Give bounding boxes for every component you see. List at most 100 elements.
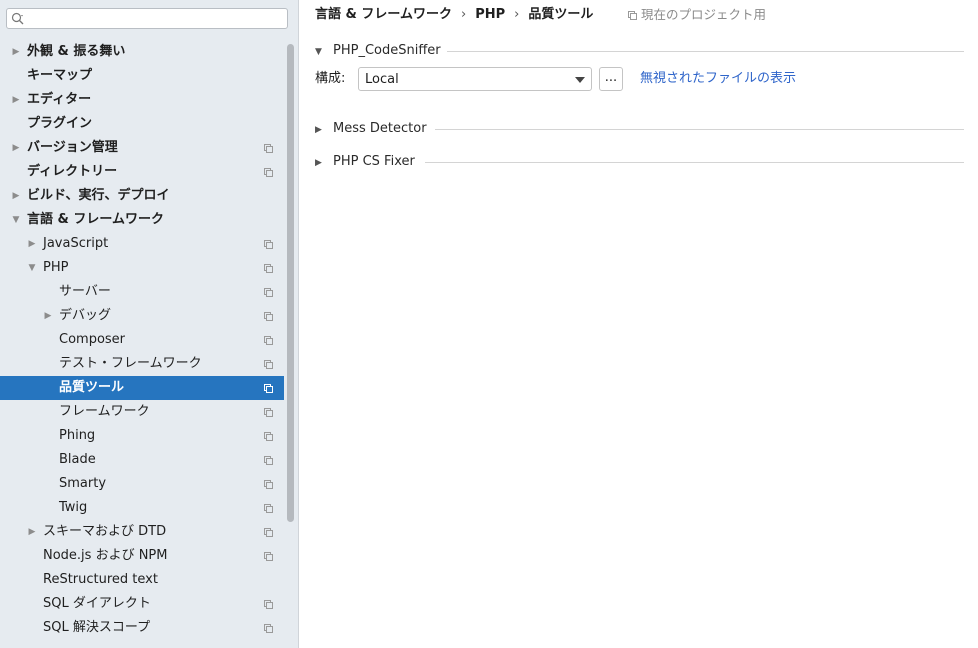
sidebar-item[interactable]: ▶ JavaScript — [0, 232, 284, 256]
sidebar-item-label: SQL 解決スコープ — [43, 620, 151, 635]
sidebar-item-label: ディレクトリー — [27, 164, 118, 179]
sidebar-item-label: ReStructured text — [43, 572, 158, 587]
section-divider — [425, 162, 964, 163]
settings-content: 言語 & フレームワーク › PHP › 品質ツール 現在のプロジェクト用 ▼ PHP_C… — [299, 0, 978, 648]
project-scope-icon — [628, 11, 637, 20]
sidebar-item[interactable]: SQL 解決スコープ — [0, 616, 284, 640]
more-button[interactable]: ... — [599, 67, 623, 91]
config-select[interactable]: Local — [358, 67, 592, 91]
sidebar-item[interactable]: ディレクトリー — [0, 160, 284, 184]
sidebar-item-label: Composer — [59, 332, 126, 347]
sidebar-item[interactable]: ReStructured text — [0, 568, 284, 592]
expand-arrow-icon[interactable]: ▶ — [11, 136, 21, 160]
sidebar-item[interactable]: SQL ダイアレクト — [0, 592, 284, 616]
collapse-arrow-icon[interactable]: ▼ — [11, 208, 21, 232]
project-scope-icon — [264, 480, 273, 489]
collapse-arrow-icon[interactable]: ▼ — [27, 256, 37, 280]
sidebar-item[interactable]: サーバー — [0, 280, 284, 304]
section-mess-detector[interactable]: ▶ Mess Detector — [315, 120, 964, 138]
search-icon — [11, 12, 24, 25]
sidebar-item-label: Blade — [59, 452, 96, 467]
sidebar-item-label: バージョン管理 — [27, 140, 118, 155]
project-scope-icon — [264, 504, 273, 513]
sidebar-item-label: 外観 & 振る舞い — [27, 44, 126, 59]
expand-arrow-icon[interactable]: ▶ — [43, 304, 53, 328]
breadcrumb-item: 言語 & フレームワーク — [315, 7, 452, 22]
project-scope-icon — [264, 600, 273, 609]
sidebar-item[interactable]: ▶ ビルド、実行、デプロイ — [0, 184, 284, 208]
breadcrumb: 言語 & フレームワーク › PHP › 品質ツール — [315, 6, 593, 24]
section-divider — [447, 51, 964, 52]
breadcrumb-item: PHP — [475, 7, 506, 22]
project-scope-icon — [264, 240, 273, 249]
expand-arrow-icon[interactable]: ▶ — [27, 520, 37, 544]
sidebar-item[interactable]: テスト・フレームワーク — [0, 352, 284, 376]
breadcrumb-separator: › — [514, 7, 520, 22]
search-input[interactable] — [33, 10, 287, 29]
sidebar-item[interactable]: ▶ デバッグ — [0, 304, 284, 328]
project-scope-icon — [264, 312, 273, 321]
sidebar-item[interactable]: プラグイン — [0, 112, 284, 136]
expand-arrow-icon[interactable]: ▶ — [11, 40, 21, 64]
sidebar-item-label: フレームワーク — [59, 404, 150, 419]
expand-icon[interactable]: ▶ — [315, 154, 325, 172]
project-scope-icon — [264, 384, 273, 393]
section-title: Mess Detector — [333, 121, 427, 136]
config-label: 構成: — [315, 71, 346, 86]
sidebar-item[interactable]: Smarty — [0, 472, 284, 496]
sidebar-item-label: JavaScript — [43, 236, 109, 251]
sidebar-item[interactable]: キーマップ — [0, 64, 284, 88]
search-field[interactable] — [6, 8, 288, 29]
sidebar-scrollbar[interactable] — [287, 44, 294, 522]
sidebar-item-label: エディター — [27, 92, 92, 107]
section-php-cs-fixer[interactable]: ▶ PHP CS Fixer — [315, 153, 964, 171]
sidebar-item-label: スキーマおよび DTD — [43, 524, 167, 539]
sidebar-item[interactable]: 品質ツール — [0, 376, 284, 400]
sidebar-item[interactable]: ▼ 言語 & フレームワーク — [0, 208, 284, 232]
sidebar-item-label: テスト・フレームワーク — [59, 356, 202, 371]
expand-arrow-icon[interactable]: ▶ — [11, 88, 21, 112]
project-scope-icon — [264, 408, 273, 417]
sidebar-item[interactable]: Twig — [0, 496, 284, 520]
breadcrumb-separator: › — [461, 7, 467, 22]
section-divider — [435, 129, 964, 130]
sidebar-item-label: プラグイン — [27, 116, 93, 131]
project-scope-icon — [264, 432, 273, 441]
sidebar-item-label: Phing — [59, 428, 96, 443]
sidebar-item-label: Node.js および NPM — [43, 548, 168, 563]
expand-icon[interactable]: ▶ — [315, 121, 325, 139]
project-scope-icon — [264, 168, 273, 177]
sidebar-item-label: キーマップ — [27, 68, 93, 83]
config-row: 構成: Local ... 無視されたファイルの表示 — [315, 67, 975, 91]
sidebar-item[interactable]: Phing — [0, 424, 284, 448]
project-scope-icon — [264, 456, 273, 465]
settings-tree: ▶ 外観 & 振る舞い キーマップ ▶ エディタープラグイン ▶ バージョン管理 ディレクトリ… — [0, 40, 284, 640]
project-scope-icon — [264, 336, 273, 345]
sidebar-item[interactable]: Node.js および NPM — [0, 544, 284, 568]
sidebar-item[interactable]: フレームワーク — [0, 400, 284, 424]
project-scope-icon — [264, 624, 273, 633]
config-select-value: Local — [365, 72, 399, 87]
expand-arrow-icon[interactable]: ▶ — [11, 184, 21, 208]
sidebar-item[interactable]: ▶ エディター — [0, 88, 284, 112]
sidebar-item[interactable]: Composer — [0, 328, 284, 352]
settings-sidebar: ▶ 外観 & 振る舞い キーマップ ▶ エディタープラグイン ▶ バージョン管理 ディレクトリ… — [0, 0, 299, 648]
chevron-down-icon — [575, 77, 585, 83]
section-title: PHP_CodeSniffer — [333, 43, 441, 58]
sidebar-item[interactable]: ▶ バージョン管理 — [0, 136, 284, 160]
sidebar-item-label: サーバー — [59, 284, 111, 299]
sidebar-item[interactable]: Blade — [0, 448, 284, 472]
show-ignored-files-link[interactable]: 無視されたファイルの表示 — [640, 67, 796, 91]
sidebar-item[interactable]: ▶ スキーマおよび DTD — [0, 520, 284, 544]
sidebar-item-label: ビルド、実行、デプロイ — [27, 188, 170, 203]
sidebar-item-label: 品質ツール — [59, 380, 125, 395]
collapse-icon[interactable]: ▼ — [315, 43, 325, 61]
project-scope-icon — [264, 264, 273, 273]
section-php-codesniffer[interactable]: ▼ PHP_CodeSniffer — [315, 42, 964, 60]
sidebar-item-label: Twig — [59, 500, 88, 515]
sidebar-item-label: Smarty — [59, 476, 107, 491]
sidebar-item-label: 言語 & フレームワーク — [27, 212, 164, 227]
sidebar-item[interactable]: ▼ PHP — [0, 256, 284, 280]
sidebar-item[interactable]: ▶ 外観 & 振る舞い — [0, 40, 284, 64]
expand-arrow-icon[interactable]: ▶ — [27, 232, 37, 256]
